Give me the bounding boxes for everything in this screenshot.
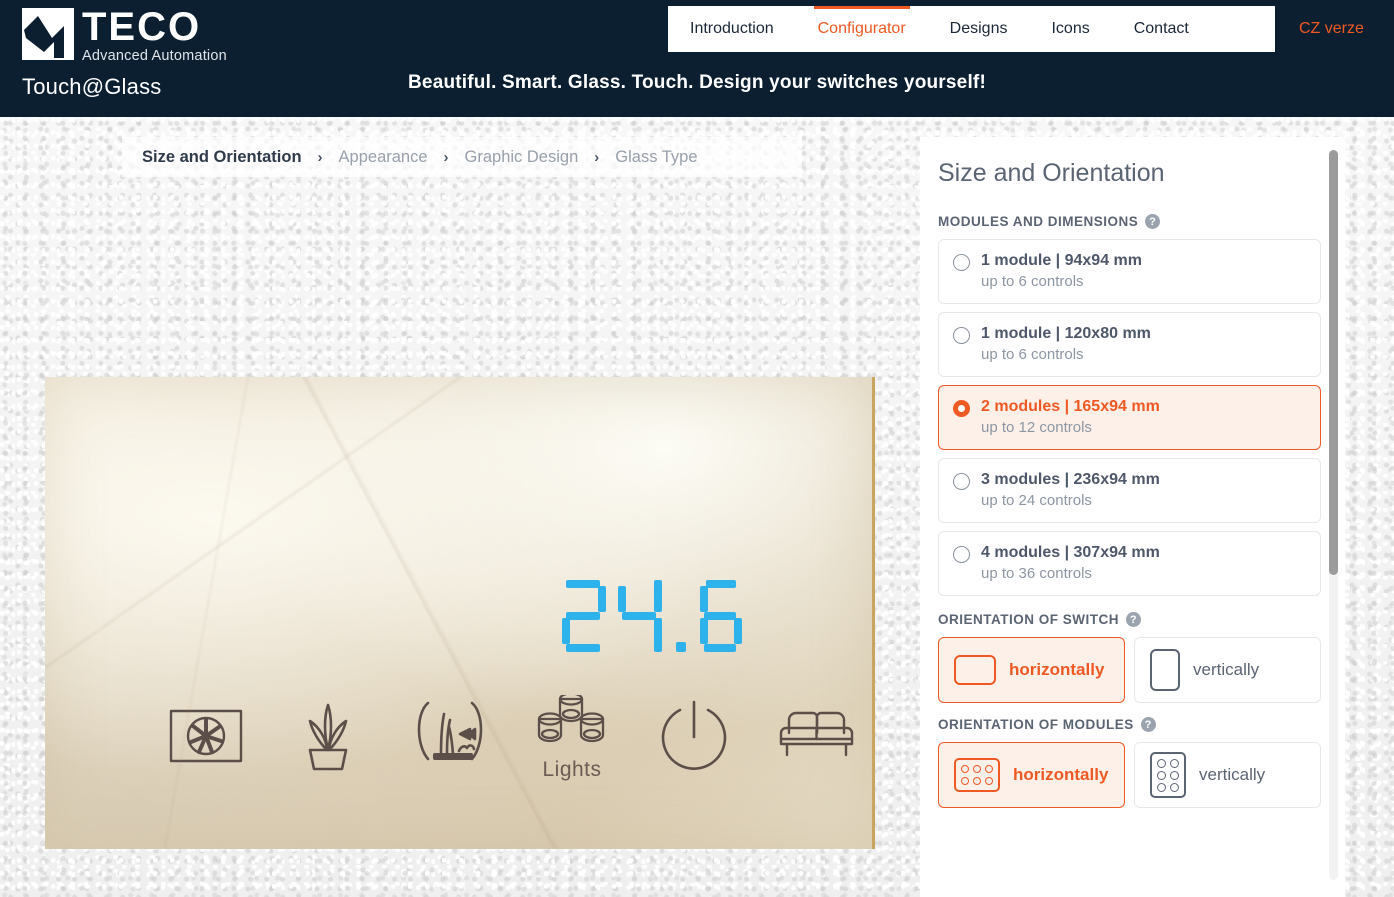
temperature-display: 24.6 [560, 578, 770, 658]
teco-logo[interactable]: TECO Advanced Automation [22, 5, 227, 64]
ventilator-icon [168, 706, 244, 771]
modules-orientation-vertically[interactable]: vertically [1134, 742, 1321, 808]
switch-orientation-horizontally[interactable]: horizontally [938, 637, 1125, 703]
chevron-right-icon: › [317, 148, 323, 166]
choice-label: vertically [1193, 660, 1260, 679]
radio-icon-selected[interactable] [953, 400, 970, 417]
modules-orientation-choices: horizontally vertically [938, 742, 1321, 808]
configurator-page: TECO Advanced Automation Touch@Glass Int… [0, 0, 1394, 897]
glass-switch-preview[interactable]: set [45, 377, 875, 849]
breadcrumb-item-graphic-design[interactable]: Graphic Design [465, 148, 579, 167]
section-modules-and-dimensions-header: MODULES AND DIMENSIONS ? [938, 214, 1321, 229]
chevron-right-icon: › [594, 148, 600, 166]
section-heading-label: MODULES AND DIMENSIONS [938, 214, 1139, 229]
rectangle-horizontal-icon [954, 655, 996, 685]
panel-scrollbar-thumb[interactable] [1329, 150, 1338, 575]
module-option-1-module-94x94[interactable]: 1 module | 94x94 mm up to 6 controls [938, 239, 1321, 304]
preview-button-ventilator[interactable] [145, 706, 267, 771]
radio-icon[interactable] [953, 327, 970, 344]
preview-button-power[interactable] [633, 697, 755, 780]
breadcrumb-item-size-and-orientation[interactable]: Size and Orientation [142, 148, 302, 167]
sofa-icon [777, 709, 855, 768]
module-option-subtitle: up to 6 controls [981, 346, 1084, 363]
site-header: TECO Advanced Automation Touch@Glass Int… [0, 0, 1394, 117]
nav-item-designs[interactable]: Designs [928, 6, 1030, 52]
nav-item-icons[interactable]: Icons [1029, 6, 1111, 52]
main-navigation: Introduction Configurator Designs Icons … [668, 6, 1275, 52]
language-switch-link[interactable]: CZ verze [1299, 20, 1364, 38]
breadcrumb-item-appearance[interactable]: Appearance [339, 148, 428, 167]
help-icon[interactable]: ? [1125, 612, 1141, 627]
module-option-1-module-120x80[interactable]: 1 module | 120x80 mm up to 6 controls [938, 312, 1321, 377]
module-option-subtitle: up to 6 controls [981, 273, 1084, 290]
power-icon [655, 697, 733, 780]
preview-button-lights-label: Lights [542, 758, 602, 781]
panel-title: Size and Orientation [938, 159, 1165, 187]
logo-subtitle: Advanced Automation [82, 48, 227, 64]
site-tagline: Beautiful. Smart. Glass. Touch. Design y… [408, 72, 986, 93]
module-option-title: 1 module | 94x94 mm [981, 252, 1142, 269]
choice-label: horizontally [1009, 660, 1105, 679]
switch-orientation-vertically[interactable]: vertically [1134, 637, 1321, 703]
breadcrumb-item-glass-type[interactable]: Glass Type [615, 148, 697, 167]
preview-button-sofa[interactable] [755, 709, 872, 768]
choice-label: vertically [1199, 765, 1266, 784]
section-orientation-of-modules-header: ORIENTATION OF MODULES ? [938, 717, 1321, 732]
module-option-subtitle: up to 12 controls [981, 419, 1092, 436]
breadcrumb: Size and Orientation › Appearance › Grap… [122, 137, 802, 177]
preview-button-aquarium[interactable] [389, 699, 511, 778]
radio-icon[interactable] [953, 254, 970, 271]
grid-horizontal-icon [954, 758, 1000, 792]
radio-icon[interactable] [953, 473, 970, 490]
nav-item-configurator[interactable]: Configurator [796, 6, 928, 52]
rectangle-vertical-icon [1150, 649, 1180, 691]
panel-scrollbar[interactable] [1329, 150, 1338, 880]
section-heading-label: ORIENTATION OF MODULES [938, 717, 1134, 732]
radio-icon[interactable] [953, 546, 970, 563]
spotlights-icon [533, 692, 611, 762]
grid-vertical-icon [1150, 752, 1186, 798]
module-option-subtitle: up to 36 controls [981, 565, 1092, 582]
switch-orientation-choices: horizontally vertically [938, 637, 1321, 703]
help-icon[interactable]: ? [1145, 214, 1161, 229]
module-option-title: 1 module | 120x80 mm [981, 325, 1151, 342]
modules-orientation-horizontally[interactable]: horizontally [938, 742, 1125, 808]
nav-item-introduction[interactable]: Introduction [668, 6, 796, 52]
nav-item-contact[interactable]: Contact [1112, 6, 1211, 52]
preview-button-plant[interactable] [267, 699, 389, 778]
teco-logo-mark-icon [22, 8, 74, 60]
section-orientation-of-switch-header: ORIENTATION OF SWITCH ? [938, 612, 1321, 627]
module-option-title: 2 modules | 165x94 mm [981, 398, 1160, 415]
section-heading-label: ORIENTATION OF SWITCH [938, 612, 1119, 627]
logo-wordmark: TECO [82, 5, 202, 49]
module-option-4-modules-307x94[interactable]: 4 modules | 307x94 mm up to 36 controls [938, 531, 1321, 596]
module-option-3-modules-236x94[interactable]: 3 modules | 236x94 mm up to 24 controls [938, 458, 1321, 523]
configuration-panel: Size and Orientation MODULES AND DIMENSI… [920, 137, 1345, 897]
chevron-right-icon: › [443, 148, 449, 166]
preview-button-lights[interactable]: Lights [511, 692, 633, 782]
plant-icon [295, 699, 361, 778]
choice-label: horizontally [1013, 765, 1109, 784]
module-option-title: 3 modules | 236x94 mm [981, 471, 1160, 488]
aquarium-icon [411, 699, 489, 778]
module-option-title: 4 modules | 307x94 mm [981, 544, 1160, 561]
module-option-2-modules-165x94[interactable]: 2 modules | 165x94 mm up to 12 controls [938, 385, 1321, 450]
module-option-subtitle: up to 24 controls [981, 492, 1092, 509]
help-icon[interactable]: ? [1140, 717, 1156, 732]
